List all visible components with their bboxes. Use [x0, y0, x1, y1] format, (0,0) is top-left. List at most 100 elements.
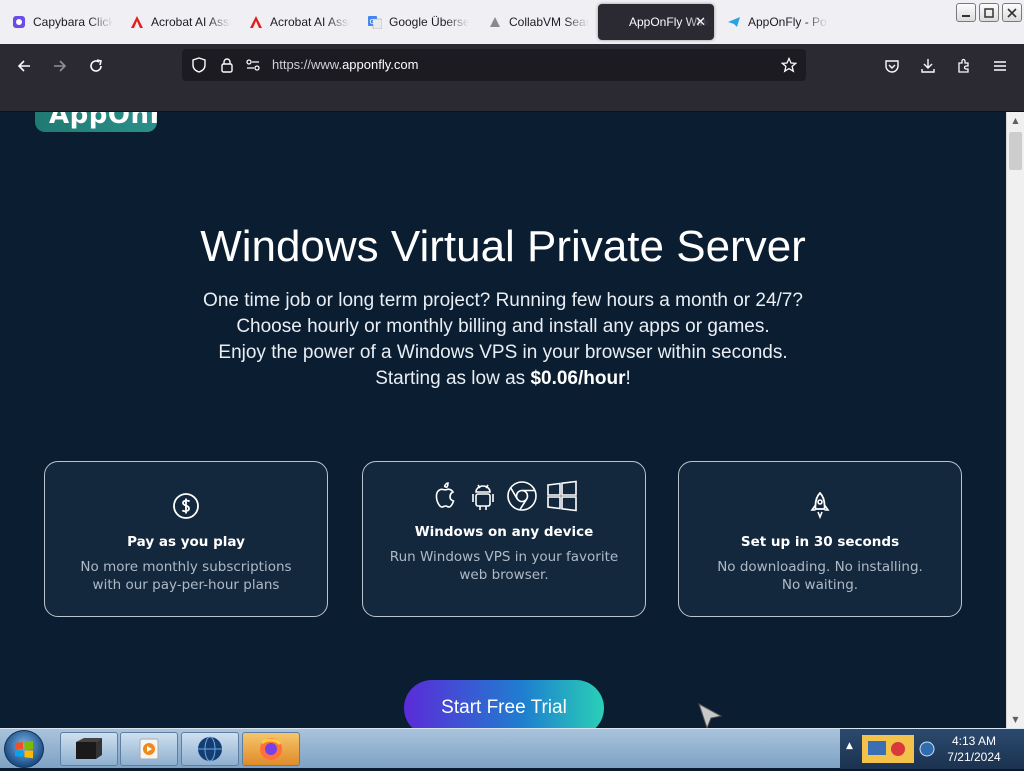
tab-label: Acrobat AI Assistant — [151, 15, 231, 29]
puzzle-icon — [958, 58, 969, 73]
apple-icon — [435, 482, 455, 508]
apponfly-icon — [608, 15, 622, 29]
url-host: apponfly.com — [342, 57, 419, 72]
card-description: No downloading. No installing. No waitin… — [679, 558, 961, 594]
windows-icon — [547, 480, 577, 512]
windows-taskbar: ▲ 4:13 AM 7/21/2024 — [0, 728, 1024, 769]
card-title: Set up in 30 seconds — [740, 534, 900, 550]
tray-app-icons[interactable] — [862, 733, 914, 765]
tab-apponfly-portal[interactable]: AppOnFly - Portal — [717, 4, 833, 40]
close-tab-icon[interactable]: ✕ — [695, 15, 706, 30]
taskbar-app-firefox[interactable] — [242, 732, 300, 766]
card-description: No more monthly subscriptions with our p… — [45, 558, 327, 594]
tab-acrobat-2[interactable]: Acrobat AI Assistant — [239, 4, 355, 40]
taskbar-app-terminal[interactable] — [60, 732, 118, 766]
feature-card-pay: Pay as you play No more monthly subscrip… — [44, 461, 328, 617]
price-suffix: ! — [625, 368, 631, 389]
capybara-icon — [12, 15, 26, 29]
acrobat-icon — [130, 15, 144, 29]
clock-time: 4:13 AM — [951, 734, 997, 748]
hero-line: One time job or long term project? Runni… — [203, 290, 803, 311]
scroll-down-arrow-icon[interactable]: ▼ — [1007, 711, 1024, 728]
url-text[interactable]: https://www.apponfly.com — [272, 57, 418, 72]
tab-label: Google Übersetzer — [389, 15, 469, 29]
feature-card-setup: Set up in 30 seconds No downloading. No … — [678, 461, 962, 617]
navigation-bar: https://www.apponfly.com — [0, 44, 1024, 86]
tab-apponfly-active[interactable]: AppOnFly Windows ✕ — [598, 4, 714, 40]
card-description: Run Windows VPS in your favorite web bro… — [363, 548, 645, 584]
android-icon — [472, 484, 494, 510]
downloads-button[interactable] — [914, 52, 942, 80]
clock-date: 7/21/2024 — [947, 750, 1001, 764]
reload-button[interactable] — [82, 52, 110, 80]
rocket-icon — [810, 491, 830, 520]
collabvm-icon — [488, 15, 502, 29]
forward-arrow-icon — [54, 60, 67, 72]
chrome-icon — [507, 481, 537, 511]
globe-icon — [198, 736, 222, 762]
acrobat-icon — [249, 15, 263, 29]
price-prefix: Starting as low as — [375, 368, 531, 389]
tab-strip: Capybara Click Acrobat AI Assistant Acro… — [0, 0, 1024, 44]
show-hidden-icons-icon[interactable]: ▲ — [846, 741, 853, 751]
hero-description: One time job or long term project? Runni… — [0, 288, 1006, 392]
hamburger-menu-icon — [994, 61, 1006, 71]
taskbar-app-globe[interactable] — [181, 732, 239, 766]
tab-label: Capybara Click — [33, 15, 113, 29]
site-logo[interactable]: AppOnFly — [35, 112, 157, 132]
pocket-button[interactable] — [878, 52, 906, 80]
maximize-button[interactable] — [979, 3, 999, 22]
feature-card-devices: Windows on any device Run Windows VPS in… — [362, 461, 646, 617]
tab-collabvm[interactable]: CollabVM Search — [478, 4, 594, 40]
pocket-icon — [885, 60, 899, 73]
url-prefix: https://www. — [272, 57, 343, 72]
bookmarks-toolbar — [0, 86, 1024, 112]
card-title: Windows on any device — [414, 524, 594, 540]
svg-text:G: G — [370, 18, 375, 26]
tab-capybara[interactable]: Capybara Click — [2, 4, 118, 40]
menu-button[interactable] — [986, 52, 1014, 80]
start-free-trial-button[interactable]: Start Free Trial — [404, 680, 604, 728]
tab-google-translate[interactable]: G Google Übersetzer — [358, 4, 474, 40]
shield-icon[interactable] — [190, 56, 208, 74]
taskbar-app-media-player[interactable] — [120, 732, 178, 766]
vertical-scrollbar[interactable]: ▲ ▼ — [1006, 112, 1024, 728]
minimize-button[interactable] — [956, 3, 976, 22]
tab-label: AppOnFly - Portal — [748, 15, 828, 29]
mouse-pointer-icon — [698, 702, 723, 728]
card-desc-line: with our pay-per-hour plans — [92, 577, 280, 593]
url-bar[interactable]: https://www.apponfly.com — [182, 49, 806, 81]
extensions-button[interactable] — [950, 52, 978, 80]
dollar-coin-icon — [173, 493, 199, 519]
scroll-thumb[interactable] — [1009, 132, 1022, 170]
google-translate-icon: G — [368, 15, 382, 29]
lock-icon[interactable] — [218, 56, 236, 74]
network-icon[interactable] — [918, 740, 936, 758]
hero-title: Windows Virtual Private Server — [200, 222, 806, 271]
card-desc-line: No waiting. — [781, 577, 859, 593]
windows-logo-icon — [15, 740, 33, 759]
system-clock[interactable]: 4:13 AM 7/21/2024 — [940, 733, 1008, 765]
start-button[interactable] — [4, 730, 44, 768]
card-desc-line: No downloading. No installing. — [717, 559, 923, 575]
media-player-icon — [139, 738, 159, 760]
forward-button[interactable] — [46, 52, 74, 80]
back-button[interactable] — [10, 52, 38, 80]
tab-label: CollabVM Search — [509, 15, 589, 29]
card-title: Pay as you play — [127, 534, 245, 550]
permissions-icon[interactable] — [244, 56, 262, 74]
download-icon — [921, 59, 935, 73]
reload-icon — [90, 59, 102, 72]
close-window-button[interactable] — [1002, 3, 1022, 22]
firefox-icon — [260, 738, 282, 760]
bookmark-star-icon[interactable] — [780, 56, 798, 74]
tab-acrobat-1[interactable]: Acrobat AI Assistant — [120, 4, 236, 40]
scroll-up-arrow-icon[interactable]: ▲ — [1007, 112, 1024, 129]
hero-price-line: Starting as low as $0.06/hour! — [0, 366, 1006, 392]
back-arrow-icon — [17, 60, 30, 72]
card-desc-line: No more monthly subscriptions — [80, 559, 292, 575]
logo-text: AppOnFly — [49, 112, 157, 130]
terminal-icon — [76, 738, 102, 759]
hero-line: Choose hourly or monthly billing and ins… — [236, 316, 770, 337]
tab-label: Acrobat AI Assistant — [270, 15, 350, 29]
